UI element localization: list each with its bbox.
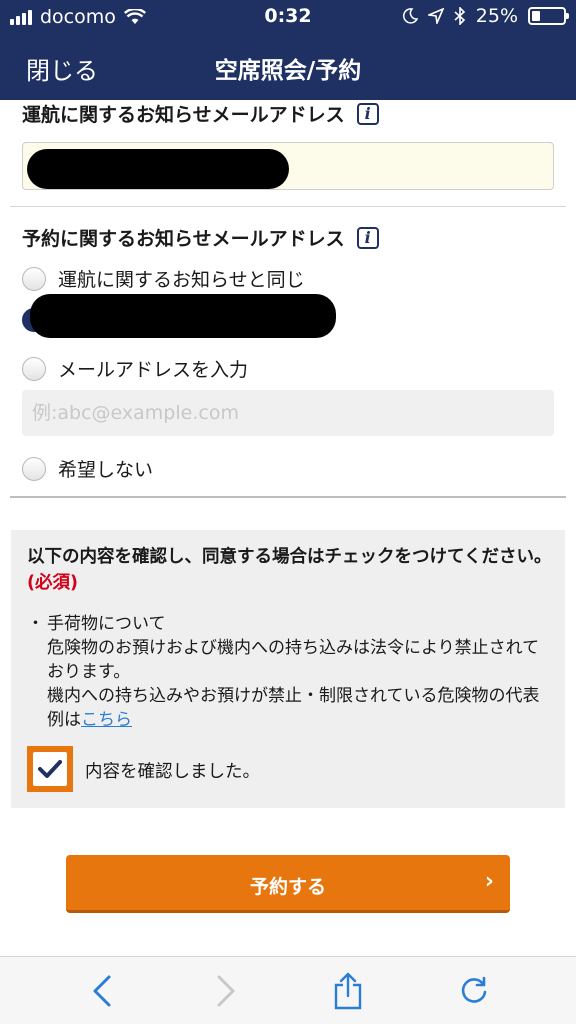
info-icon[interactable]: i (356, 226, 379, 249)
radio-label: メールアドレスを入力 (58, 359, 249, 381)
section-divider (10, 496, 566, 498)
bullet-title: 手荷物について (47, 614, 166, 634)
agreement-heading: 以下の内容を確認し、同意する場合はチェックをつけてください。 (必須) (27, 544, 552, 596)
radio-button[interactable] (22, 456, 46, 481)
battery-fill (532, 11, 540, 21)
location-icon (427, 8, 444, 24)
email-field[interactable] (22, 390, 554, 436)
back-icon[interactable] (82, 971, 122, 1011)
section-divider (10, 206, 566, 207)
radio-button[interactable] (22, 356, 46, 381)
agreement-panel: 以下の内容を確認し、同意する場合はチェックをつけてください。 (必須) ・ 手荷物… (11, 530, 565, 808)
bluetooth-icon (454, 7, 465, 25)
radio-label: 希望しない (58, 459, 154, 481)
bullet-mark: ・ (27, 614, 44, 634)
chevron-right-icon: › (484, 869, 494, 894)
baggage-note-2: 機内への持ち込みやお預けが禁止・制限されている危険物の代表例はこちら (27, 684, 552, 732)
agreement-heading-text: 以下の内容を確認し、同意する場合はチェックをつけてください。 (27, 547, 552, 567)
booking-email-label: 予約に関するお知らせメールアドレス i (22, 224, 379, 251)
moon-icon (402, 8, 418, 24)
radio-button[interactable] (22, 266, 46, 291)
battery-percent: 25% (475, 5, 518, 27)
operation-email-label: 運航に関するお知らせメールアドレス i (22, 100, 379, 127)
checkmark-icon (33, 752, 67, 786)
status-right: 25% (402, 5, 569, 27)
redacted-email (30, 294, 336, 338)
info-icon[interactable]: i (356, 102, 379, 125)
share-icon[interactable] (328, 971, 368, 1011)
dangerous-goods-link[interactable]: こちら (81, 710, 132, 730)
battery-icon (528, 7, 569, 25)
nav-bar: 閉じる 空席照会/予約 (0, 34, 576, 100)
status-bar: docomo 0:32 25% (0, 0, 576, 34)
booking-email-label-text: 予約に関するお知らせメールアドレス (22, 228, 345, 250)
operation-email-field[interactable] (22, 142, 554, 190)
reload-icon[interactable] (454, 971, 494, 1011)
reserve-button[interactable]: 予約する › (66, 855, 510, 913)
radio-no-email[interactable]: 希望しない (22, 455, 153, 482)
agree-checkbox[interactable] (27, 746, 73, 792)
required-badge: (必須) (27, 573, 78, 593)
forward-icon[interactable] (206, 971, 246, 1011)
radio-same-as-operation[interactable]: 運航に関するお知らせと同じ (22, 265, 305, 292)
reserve-button-label: 予約する (249, 876, 326, 898)
redacted-email (27, 149, 289, 189)
page-title: 空席照会/予約 (214, 58, 362, 84)
browser-toolbar (0, 956, 576, 1024)
baggage-note-1: 危険物のお預けおよび機内への持ち込みは法令により禁止されております。 (47, 638, 540, 682)
radio-label: 運航に関するお知らせと同じ (58, 269, 305, 291)
operation-email-label-text: 運航に関するお知らせメールアドレス (22, 104, 345, 126)
agreement-body: ・ 手荷物について 危険物のお預けおよび機内への持ち込みは法令により禁止されてお… (27, 612, 552, 732)
checkbox-label: 内容を確認しました。 (85, 762, 260, 782)
list-item: ・ 手荷物について (27, 612, 552, 636)
radio-enter-email[interactable]: メールアドレスを入力 (22, 355, 248, 382)
